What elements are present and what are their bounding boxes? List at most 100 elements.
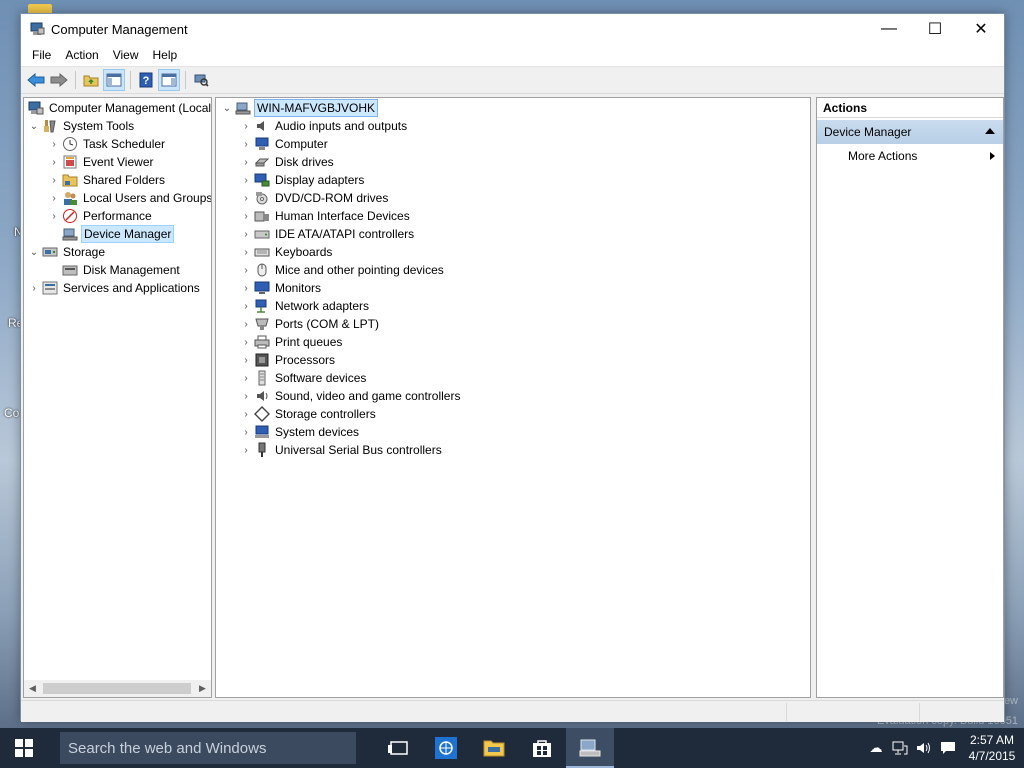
device-category-row[interactable]: › Storage controllers xyxy=(240,405,378,423)
device-category-row[interactable]: › Processors xyxy=(240,351,337,369)
tree-item-performance[interactable]: › Performance xyxy=(48,207,154,225)
chevron-right-icon[interactable]: › xyxy=(240,369,252,387)
show-hide-action-pane-icon[interactable] xyxy=(158,69,180,91)
chevron-right-icon[interactable]: › xyxy=(48,153,60,171)
chevron-down-icon[interactable]: ⌄ xyxy=(28,243,40,261)
scroll-thumb[interactable] xyxy=(43,683,191,694)
device-category-row[interactable]: › Universal Serial Bus controllers xyxy=(240,441,444,459)
chevron-right-icon[interactable]: › xyxy=(240,405,252,423)
device-category-row[interactable]: › Ports (COM & LPT) xyxy=(240,315,381,333)
chevron-right-icon[interactable]: › xyxy=(240,207,252,225)
chevron-right-icon[interactable]: › xyxy=(240,333,252,351)
chevron-right-icon[interactable]: › xyxy=(48,171,60,189)
device-category-row[interactable]: › Network adapters xyxy=(240,297,371,315)
start-button[interactable] xyxy=(0,728,48,768)
desktop-label-fragment[interactable]: Co xyxy=(4,406,19,420)
forward-icon[interactable] xyxy=(48,69,70,91)
chevron-right-icon[interactable]: › xyxy=(28,279,40,297)
port-icon xyxy=(254,316,270,332)
menu-action[interactable]: Action xyxy=(58,48,105,62)
printer-icon xyxy=(254,334,270,350)
scroll-track[interactable] xyxy=(41,680,194,697)
taskbar-search-input[interactable]: Search the web and Windows xyxy=(60,732,356,764)
tree-item-device-manager[interactable]: Device Manager xyxy=(48,225,175,243)
chevron-right-icon[interactable]: › xyxy=(48,189,60,207)
internet-explorer-button[interactable] xyxy=(422,728,470,768)
scroll-left-icon[interactable]: ◀ xyxy=(24,680,41,697)
device-category-row[interactable]: › Keyboards xyxy=(240,243,334,261)
network-icon[interactable] xyxy=(888,728,912,768)
console-tree-pane[interactable]: Computer Management (Local ⌄ System Tool… xyxy=(23,97,212,698)
chevron-right-icon[interactable]: › xyxy=(240,135,252,153)
title-bar[interactable]: Computer Management — ☐ ✕ xyxy=(21,14,1004,44)
menu-file[interactable]: File xyxy=(25,48,58,62)
device-category-row[interactable]: › Print queues xyxy=(240,333,344,351)
device-category-row[interactable]: › Monitors xyxy=(240,279,323,297)
chevron-right-icon[interactable]: › xyxy=(240,243,252,261)
chevron-right-icon[interactable]: › xyxy=(240,261,252,279)
chevron-right-icon[interactable]: › xyxy=(240,423,252,441)
task-view-button[interactable] xyxy=(374,728,422,768)
scan-hardware-icon[interactable] xyxy=(190,69,212,91)
scroll-right-icon[interactable]: ▶ xyxy=(194,680,211,697)
device-category-row[interactable]: › Display adapters xyxy=(240,171,366,189)
tree-item-task-scheduler[interactable]: › Task Scheduler xyxy=(48,135,167,153)
more-actions-item[interactable]: More Actions xyxy=(817,144,1003,168)
actions-section-device-manager[interactable]: Device Manager xyxy=(817,120,1003,144)
chevron-down-icon[interactable]: ⌄ xyxy=(28,117,40,135)
tree-item-disk-management[interactable]: Disk Management xyxy=(48,261,182,279)
chevron-right-icon[interactable]: › xyxy=(240,117,252,135)
maximize-button[interactable]: ☐ xyxy=(912,14,958,44)
chevron-right-icon[interactable]: › xyxy=(240,351,252,369)
chevron-right-icon[interactable]: › xyxy=(240,441,252,459)
chevron-right-icon[interactable]: › xyxy=(240,171,252,189)
back-icon[interactable] xyxy=(25,69,47,91)
device-list-pane[interactable]: ⌄ WIN-MAFVGBJVOHK › Audio inputs and outp… xyxy=(215,97,811,698)
horizontal-scrollbar[interactable]: ◀ ▶ xyxy=(24,680,211,697)
chevron-right-icon[interactable]: › xyxy=(240,315,252,333)
chevron-right-icon[interactable]: › xyxy=(240,297,252,315)
taskbar-clock[interactable]: 2:57 AM 4/7/2015 xyxy=(960,732,1024,764)
device-category-row[interactable]: › Disk drives xyxy=(240,153,336,171)
device-tree-root[interactable]: ⌄ WIN-MAFVGBJVOHK xyxy=(221,99,379,117)
up-folder-icon[interactable] xyxy=(80,69,102,91)
tree-item-event-viewer[interactable]: › Event Viewer xyxy=(48,153,155,171)
device-category-row[interactable]: › System devices xyxy=(240,423,361,441)
close-button[interactable]: ✕ xyxy=(958,14,1004,44)
tree-item-root[interactable]: Computer Management (Local xyxy=(26,99,211,117)
minimize-button[interactable]: — xyxy=(866,14,912,44)
show-hide-console-tree-icon[interactable] xyxy=(103,69,125,91)
device-category-row[interactable]: › IDE ATA/ATAPI controllers xyxy=(240,225,416,243)
store-button[interactable] xyxy=(518,728,566,768)
tree-item-services[interactable]: › Services and Applications xyxy=(28,279,202,297)
chevron-right-icon[interactable]: › xyxy=(48,207,60,225)
event-viewer-icon xyxy=(62,154,78,170)
volume-icon[interactable] xyxy=(912,728,936,768)
chevron-right-icon[interactable]: › xyxy=(240,387,252,405)
chevron-right-icon[interactable]: › xyxy=(240,279,252,297)
tree-item-local-users[interactable]: › Local Users and Groups xyxy=(48,189,211,207)
computer-management-taskbar-button[interactable] xyxy=(566,728,614,768)
help-icon[interactable]: ? xyxy=(135,69,157,91)
device-category-row[interactable]: › Human Interface Devices xyxy=(240,207,412,225)
tree-item-storage[interactable]: ⌄ Storage xyxy=(28,243,107,261)
device-category-row[interactable]: › Mice and other pointing devices xyxy=(240,261,446,279)
device-category-row[interactable]: › Computer xyxy=(240,135,330,153)
chevron-down-icon[interactable]: ⌄ xyxy=(221,99,233,117)
device-category-row[interactable]: › Sound, video and game controllers xyxy=(240,387,462,405)
chevron-right-icon[interactable]: › xyxy=(240,153,252,171)
tree-item-shared-folders[interactable]: › Shared Folders xyxy=(48,171,167,189)
chevron-right-icon[interactable]: › xyxy=(48,135,60,153)
device-category-row[interactable]: › DVD/CD-ROM drives xyxy=(240,189,390,207)
menu-view[interactable]: View xyxy=(106,48,146,62)
collapse-arrow-icon[interactable] xyxy=(985,128,995,134)
file-explorer-button[interactable] xyxy=(470,728,518,768)
device-category-row[interactable]: › Software devices xyxy=(240,369,368,387)
menu-help[interactable]: Help xyxy=(146,48,185,62)
tree-item-system-tools[interactable]: ⌄ System Tools xyxy=(28,117,136,135)
device-category-row[interactable]: › Audio inputs and outputs xyxy=(240,117,409,135)
chevron-right-icon[interactable]: › xyxy=(240,189,252,207)
chevron-right-icon[interactable]: › xyxy=(240,225,252,243)
onedrive-icon[interactable]: ☁ xyxy=(864,728,888,768)
action-center-icon[interactable] xyxy=(936,728,960,768)
